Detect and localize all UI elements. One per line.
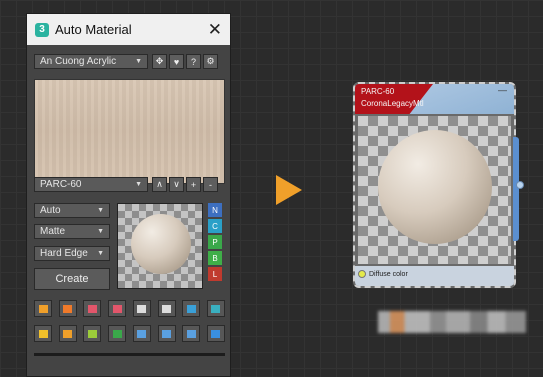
- channel-buttons: N C P B L: [208, 203, 222, 283]
- material-swatch[interactable]: [34, 79, 225, 184]
- create-button[interactable]: Create: [34, 268, 110, 290]
- move-icon: [112, 304, 122, 313]
- arrow-right-icon: [276, 175, 302, 205]
- p-channel-button[interactable]: P: [208, 235, 222, 249]
- node-output-port[interactable]: [516, 181, 524, 189]
- align-left-button[interactable]: [58, 300, 77, 317]
- split-v-button[interactable]: [157, 325, 176, 342]
- title-bar[interactable]: 3 Auto Material ✕: [27, 14, 230, 45]
- rotate-button[interactable]: [182, 325, 201, 342]
- chevron-down-icon: ▼: [135, 58, 142, 65]
- square-button[interactable]: [108, 325, 127, 342]
- chevron-down-icon: ▼: [97, 250, 104, 257]
- mapping-dropdown[interactable]: Auto ▼: [34, 203, 110, 218]
- align-right-button[interactable]: [83, 300, 102, 317]
- node-header[interactable]: PARC-60 CoronaLegacyMtl —: [355, 84, 514, 114]
- align-left-icon: [63, 304, 73, 313]
- node-preview-sphere: [378, 130, 492, 244]
- finish-dropdown[interactable]: Matte ▼: [34, 224, 110, 239]
- next-button[interactable]: ∨: [169, 177, 184, 192]
- library-selected: An Cuong Acrylic: [40, 56, 117, 67]
- tool-row-1: [34, 300, 225, 317]
- export-button[interactable]: [206, 300, 225, 317]
- target-button[interactable]: [157, 300, 176, 317]
- rotate-icon: [186, 329, 196, 338]
- columns-icon: [137, 304, 147, 313]
- fill-icon: [63, 329, 73, 338]
- export-icon: [211, 304, 221, 313]
- columns-button[interactable]: [132, 300, 151, 317]
- bump-channel-button[interactable]: B: [208, 251, 222, 265]
- node-name: PARC-60: [361, 87, 395, 96]
- node-class: CoronaLegacyMtl: [361, 99, 424, 108]
- tool-row-2: [34, 325, 225, 342]
- move-button[interactable]: [108, 300, 127, 317]
- material-selected: PARC-60: [40, 179, 82, 190]
- normal-channel-button[interactable]: N: [208, 203, 222, 217]
- finish-selected: Matte: [40, 226, 66, 237]
- square-icon: [112, 329, 122, 338]
- mapping-row: Auto ▼: [34, 203, 110, 218]
- add-button[interactable]: +: [186, 177, 201, 192]
- l-channel-button[interactable]: L: [208, 267, 222, 281]
- split-v-icon: [162, 329, 172, 338]
- align-right-icon: [87, 304, 97, 313]
- corner-icon: [211, 329, 221, 338]
- mapping-selected: Auto: [40, 205, 61, 216]
- material-dropdown[interactable]: PARC-60 ▼: [34, 177, 148, 192]
- remove-button[interactable]: -: [203, 177, 218, 192]
- library-row: An Cuong Acrylic ▼ ✥ ♥ ? ⚙: [34, 54, 218, 69]
- app-logo-icon: 3: [35, 22, 49, 37]
- close-icon[interactable]: ✕: [208, 21, 222, 38]
- help-button[interactable]: ?: [186, 54, 201, 69]
- edge-row: Hard Edge ▼: [34, 246, 110, 261]
- chevron-down-icon: ▼: [97, 207, 104, 214]
- previous-button[interactable]: ∧: [152, 177, 167, 192]
- diffuse-input-label: Diffuse color: [369, 271, 408, 278]
- brush-button[interactable]: [34, 300, 52, 317]
- node-preview: [358, 116, 511, 264]
- grid-button[interactable]: [182, 300, 201, 317]
- diffuse-input-port[interactable]: [358, 270, 366, 278]
- split-h-icon: [137, 329, 147, 338]
- split-h-button[interactable]: [132, 325, 151, 342]
- library-dropdown[interactable]: An Cuong Acrylic ▼: [34, 54, 148, 69]
- favorite-button[interactable]: ♥: [169, 54, 184, 69]
- tile-icon: [87, 329, 97, 338]
- blurred-watermark: [378, 311, 526, 333]
- target-icon: [162, 304, 172, 313]
- finish-row: Matte ▼: [34, 224, 110, 239]
- settings-button[interactable]: ⚙: [203, 54, 218, 69]
- brush-icon: [38, 304, 48, 313]
- status-bar: [34, 353, 225, 356]
- tile-button[interactable]: [83, 325, 102, 342]
- edge-dropdown[interactable]: Hard Edge ▼: [34, 246, 110, 261]
- material-row: PARC-60 ▼ ∧ ∨ + -: [34, 177, 218, 192]
- move-tool-button[interactable]: ✥: [152, 54, 167, 69]
- node-output-bar: [513, 137, 519, 241]
- corner-button[interactable]: [206, 325, 225, 342]
- edge-selected: Hard Edge: [40, 248, 88, 259]
- node-footer: Diffuse color: [355, 266, 514, 286]
- window-title: Auto Material: [55, 22, 132, 37]
- grid-icon: [186, 304, 196, 313]
- crop-icon: [38, 329, 48, 338]
- fill-button[interactable]: [58, 325, 77, 342]
- chevron-down-icon: ▼: [97, 228, 104, 235]
- material-preview: [117, 203, 203, 289]
- minimize-icon[interactable]: —: [498, 85, 507, 95]
- color-channel-button[interactable]: C: [208, 219, 222, 233]
- material-node[interactable]: PARC-60 CoronaLegacyMtl — Diffuse color: [353, 82, 516, 288]
- auto-material-panel: 3 Auto Material ✕ An Cuong Acrylic ▼ ✥ ♥…: [26, 13, 231, 377]
- chevron-down-icon: ▼: [135, 181, 142, 188]
- preview-sphere: [131, 214, 191, 274]
- crop-button[interactable]: [34, 325, 52, 342]
